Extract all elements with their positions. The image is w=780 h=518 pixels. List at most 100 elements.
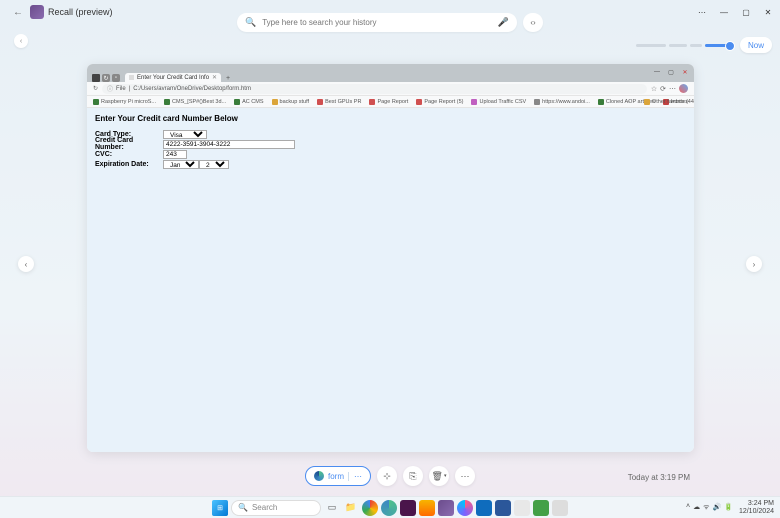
timeline-segment[interactable] xyxy=(636,44,666,47)
recall-icon[interactable] xyxy=(438,500,454,516)
new-tab-button[interactable]: + xyxy=(223,74,233,82)
pill-more-icon[interactable]: ⋯ xyxy=(348,472,362,481)
mic-icon[interactable]: 🎤 xyxy=(498,17,509,28)
tab-pin-icon[interactable]: ▫ xyxy=(112,74,120,82)
bookmark-item[interactable]: backup stuff xyxy=(272,99,310,105)
bookmark-item[interactable]: Page Report xyxy=(369,99,408,105)
chrome-icon[interactable] xyxy=(362,500,378,516)
search-icon: 🔍 xyxy=(238,503,248,512)
bookmark-label: backup stuff xyxy=(280,99,310,105)
explorer-icon[interactable]: 📁 xyxy=(343,500,359,516)
folder-icon xyxy=(644,99,650,105)
bookmark-label: Upload Traffic CSV xyxy=(479,99,526,105)
tray-icon[interactable]: 🔊 xyxy=(713,503,722,512)
windows-taskbar: ⊞ 🔍 Search ▭ 📁 ˄☁ᯤ 🔊🔋 3:24 PM 12/10/2024 xyxy=(0,496,780,518)
start-button[interactable]: ⊞ xyxy=(212,500,228,516)
copilot-icon[interactable] xyxy=(457,500,473,516)
bookmark-label: CMS_[SP#()Best 3d... xyxy=(172,99,226,105)
exp-month-select[interactable]: January xyxy=(163,160,199,169)
code-button[interactable]: ‹› xyxy=(523,13,543,32)
bookmark-icon xyxy=(369,99,375,105)
bookmark-icon xyxy=(317,99,323,105)
exp-label: Expiration Date: xyxy=(95,161,163,168)
tray-icon[interactable]: ☁ xyxy=(693,503,700,512)
bookmark-icon xyxy=(164,99,170,105)
app-icon[interactable] xyxy=(533,500,549,516)
star-icon[interactable]: ☆ xyxy=(651,85,657,93)
snapshot-window: ↻ ▫ Enter Your Credit Card Info ✕ + — ▢ … xyxy=(87,64,694,452)
slack-icon[interactable] xyxy=(400,500,416,516)
tab-pin-icon[interactable]: ↻ xyxy=(102,74,110,82)
snapshot-timestamp: Today at 3:19 PM xyxy=(628,473,690,482)
bookmark-label: Raspberry Pi microS... xyxy=(101,99,156,105)
bookmark-icon xyxy=(598,99,604,105)
now-button[interactable]: Now xyxy=(740,37,772,53)
tray-icon[interactable]: ᯤ xyxy=(703,503,709,512)
bookmark-item[interactable]: https://www.andoi... xyxy=(534,99,590,105)
prev-snapshot-button[interactable]: ‹ xyxy=(18,256,34,272)
task-view-icon[interactable]: ▭ xyxy=(324,500,340,516)
bookmark-label: Page Report (5) xyxy=(424,99,463,105)
app-icon[interactable] xyxy=(419,500,435,516)
timeline-segment[interactable] xyxy=(690,44,702,47)
tab-close-icon[interactable]: ✕ xyxy=(212,74,217,81)
app-icon[interactable] xyxy=(552,500,568,516)
other-favorites[interactable]: Other favorites xyxy=(644,99,688,105)
app-icon[interactable] xyxy=(514,500,530,516)
search-icon: 🔍 xyxy=(245,17,256,28)
taskbar-search[interactable]: 🔍 Search xyxy=(231,500,321,516)
menu-icon[interactable]: ⋯ xyxy=(669,85,676,93)
address-bar[interactable]: ⓘ File | C:/Users/avram/OneDrive/Desktop… xyxy=(102,84,647,94)
tab-title: Enter Your Credit Card Info xyxy=(137,75,209,81)
cvc-input[interactable] xyxy=(163,150,187,159)
timeline: Now xyxy=(0,34,780,56)
form-heading: Enter Your Credit card Number Below xyxy=(95,114,686,123)
timeline-segment[interactable] xyxy=(669,44,687,47)
open-app-pill[interactable]: form ⋯ xyxy=(305,466,371,486)
next-snapshot-button[interactable]: › xyxy=(746,256,762,272)
card-type-select[interactable]: Visa xyxy=(163,130,207,139)
bookmark-icon xyxy=(534,99,540,105)
tray-icon[interactable]: ˄ xyxy=(686,503,690,512)
bookmark-item[interactable]: AC CMS xyxy=(234,99,263,105)
bookmark-label: AC CMS xyxy=(242,99,263,105)
browser-minimize-button[interactable]: — xyxy=(650,66,664,78)
outlook-icon[interactable] xyxy=(476,500,492,516)
bookmark-item[interactable]: Upload Traffic CSV xyxy=(471,99,526,105)
bookmark-item[interactable]: Best GPUs PR xyxy=(317,99,361,105)
edge-icon[interactable] xyxy=(381,500,397,516)
browser-tab[interactable]: Enter Your Credit Card Info ✕ xyxy=(125,73,221,82)
browser-maximize-button[interactable]: ▢ xyxy=(664,66,678,78)
extensions-icon[interactable]: ⟳ xyxy=(660,85,666,93)
bookmark-item[interactable]: CMS_[SP#()Best 3d... xyxy=(164,99,226,105)
cc-number-input[interactable] xyxy=(163,140,295,149)
bookmark-label: https://www.andoi... xyxy=(542,99,590,105)
crop-button[interactable]: ⊹ xyxy=(377,466,397,486)
tab-overview-icon[interactable] xyxy=(92,74,100,82)
bookmark-label: Best GPUs PR xyxy=(325,99,361,105)
edge-icon xyxy=(314,471,324,481)
clock[interactable]: 3:24 PM 12/10/2024 xyxy=(739,500,774,516)
bookmark-icon xyxy=(272,99,278,105)
history-search-box[interactable]: 🔍 🎤 xyxy=(237,13,517,32)
exp-year-select[interactable]: 2026 xyxy=(199,160,229,169)
word-icon[interactable] xyxy=(495,500,511,516)
profile-avatar[interactable] xyxy=(679,84,688,93)
bookmark-item[interactable]: Raspberry Pi microS... xyxy=(93,99,156,105)
delete-button[interactable]: 🗑▾ xyxy=(429,466,449,486)
browser-close-button[interactable]: ✕ xyxy=(678,66,692,78)
bookmark-icon xyxy=(93,99,99,105)
cvc-label: CVC: xyxy=(95,151,163,158)
reload-icon[interactable]: ↻ xyxy=(93,85,98,92)
bookmarks-overflow-icon[interactable]: › xyxy=(628,99,630,105)
copy-button[interactable]: ⎘ xyxy=(403,466,423,486)
history-search-input[interactable] xyxy=(262,18,492,27)
timeline-segment-current[interactable] xyxy=(705,44,733,47)
addr-path: C:/Users/avram/OneDrive/Desktop/form.htm xyxy=(133,86,251,92)
more-actions-button[interactable]: ⋯ xyxy=(455,466,475,486)
timeline-back-button[interactable]: ‹ xyxy=(14,34,28,48)
tray-icon[interactable]: 🔋 xyxy=(724,503,733,512)
cc-number-label: Credit Card Number: xyxy=(95,137,163,151)
pill-label: form xyxy=(328,472,344,481)
bookmark-item[interactable]: Page Report (5) xyxy=(416,99,463,105)
